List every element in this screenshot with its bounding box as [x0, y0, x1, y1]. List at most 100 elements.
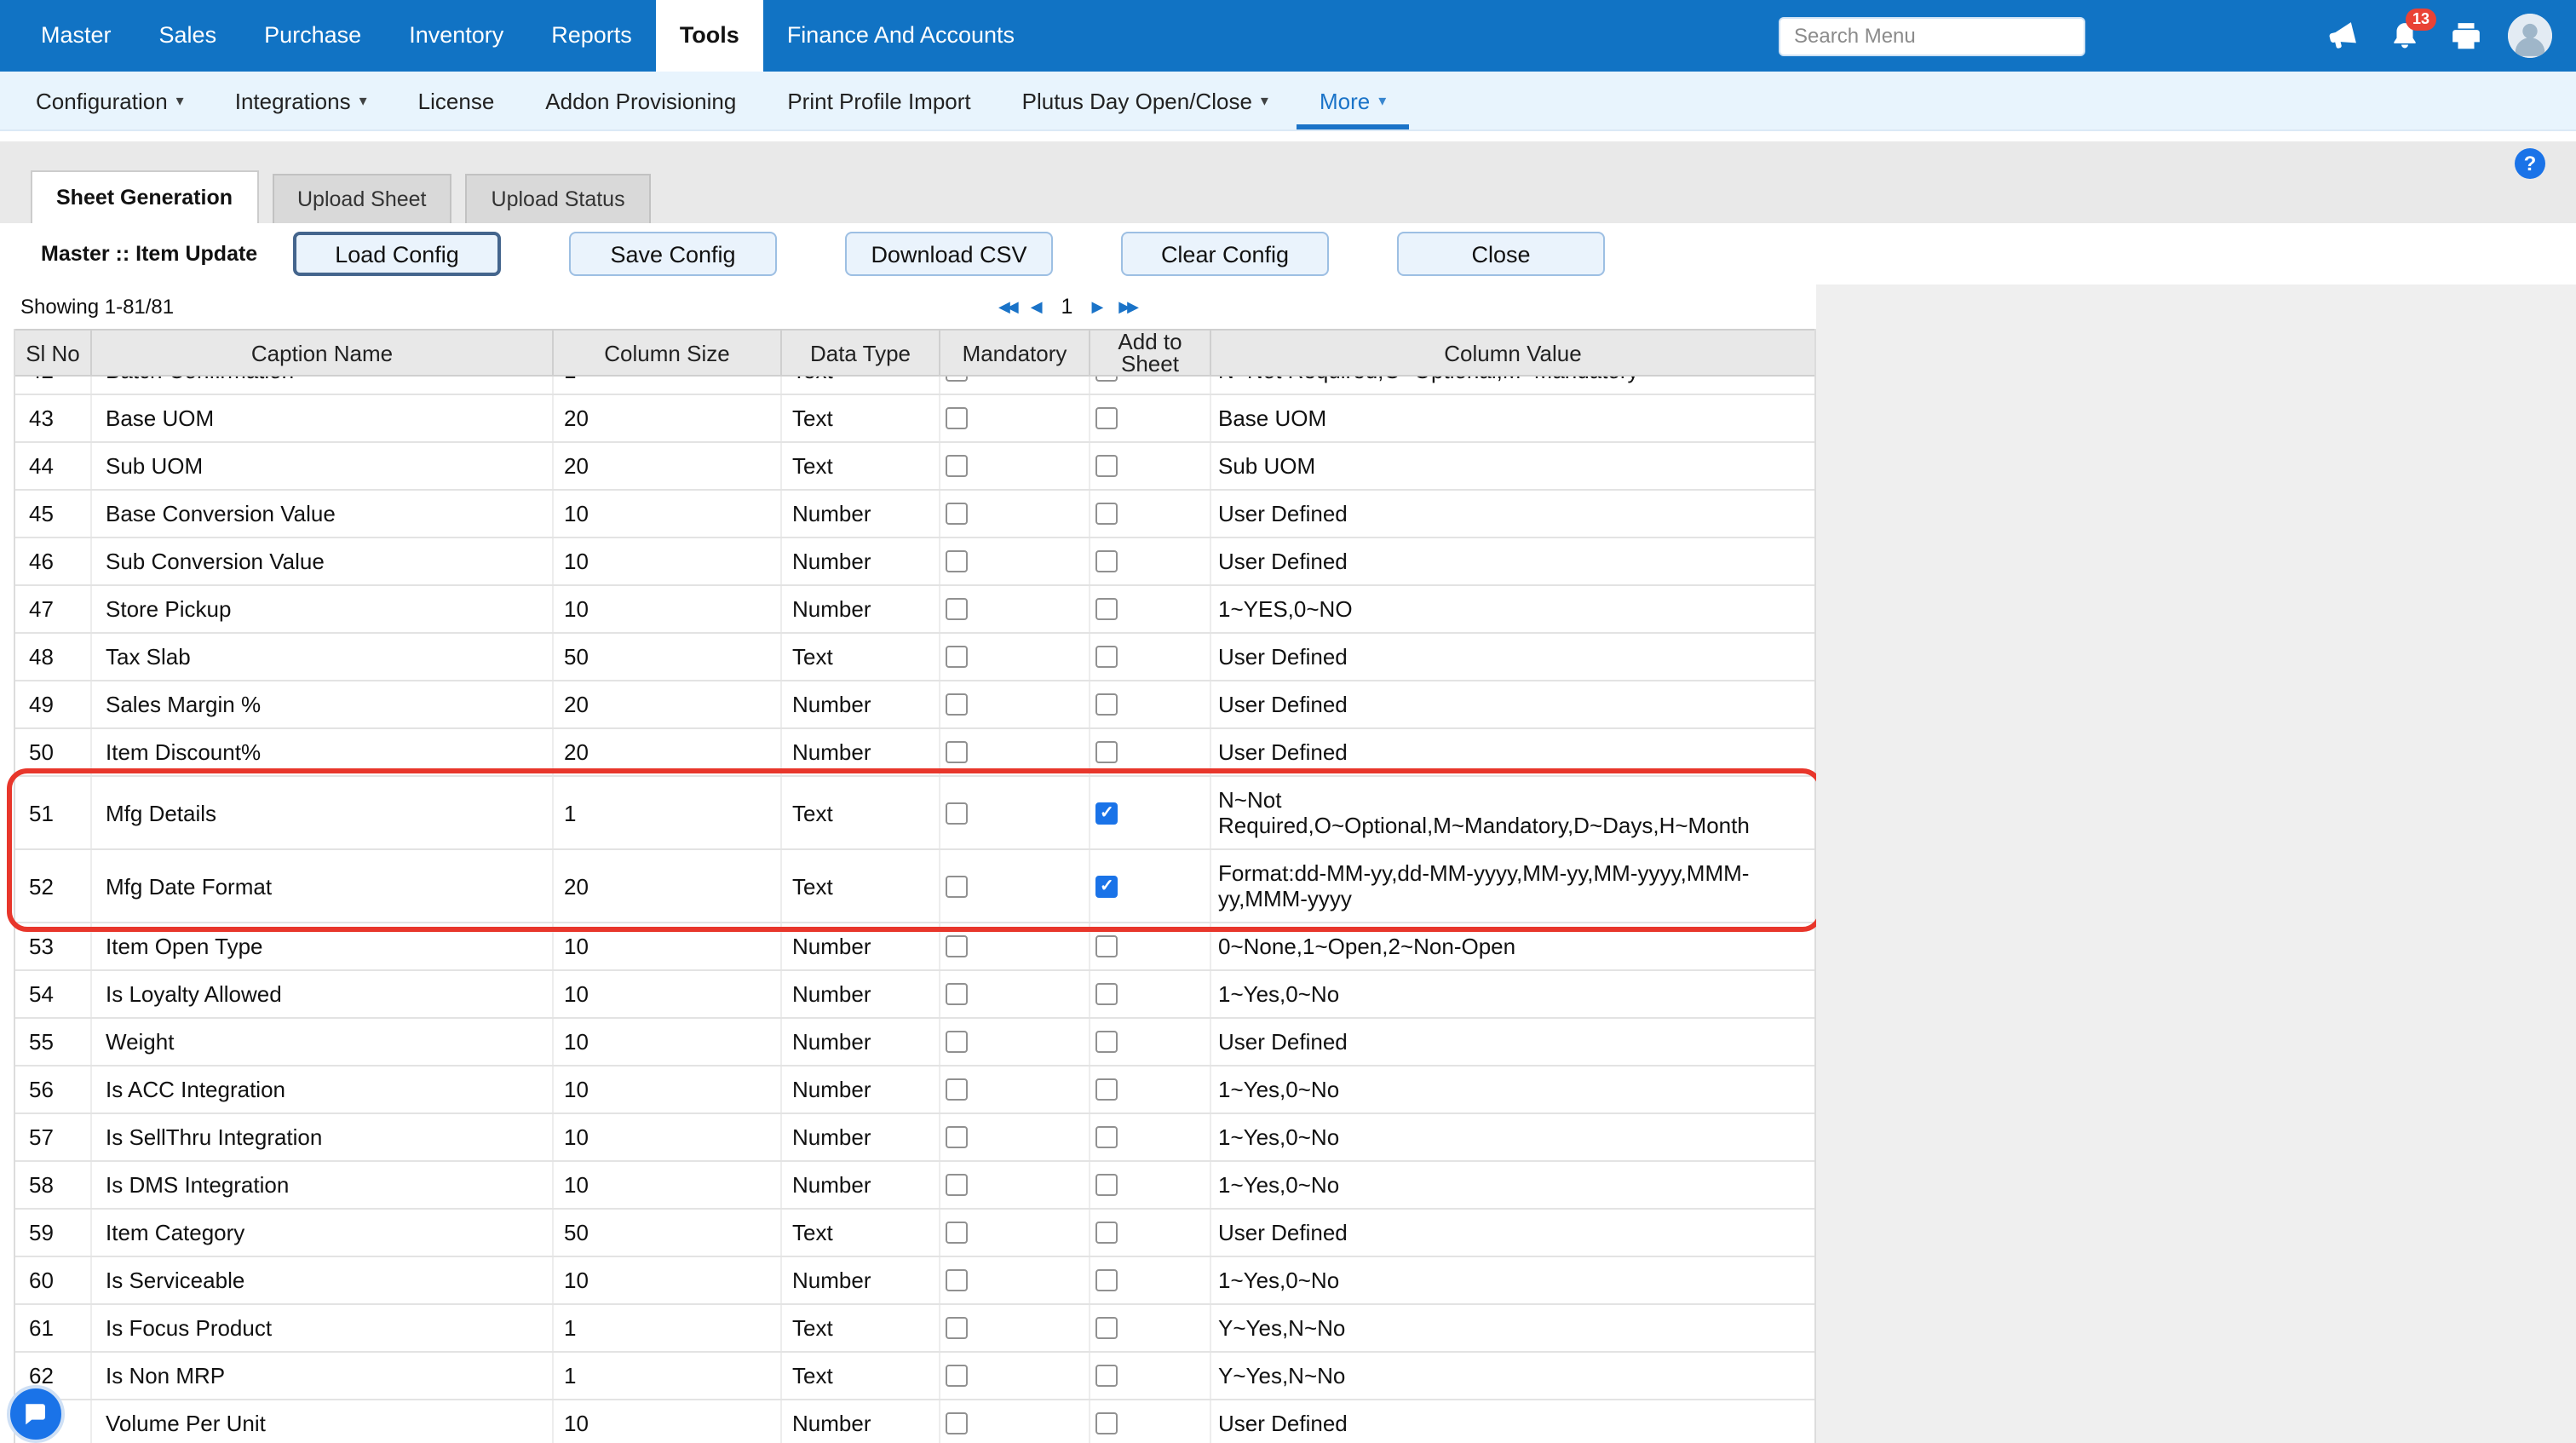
- nav-item-finance-and-accounts[interactable]: Finance And Accounts: [763, 0, 1038, 72]
- cell-column-size: 1: [554, 377, 782, 394]
- cell-caption-name: Item Category: [92, 1210, 554, 1256]
- add-to-sheet-checkbox[interactable]: [1095, 1365, 1118, 1387]
- table-row: 51 Mfg Details 1 Text N~Not Required,O~O…: [15, 777, 1814, 850]
- nav-item-sales[interactable]: Sales: [135, 0, 241, 72]
- mandatory-checkbox[interactable]: [946, 1269, 968, 1291]
- mandatory-checkbox[interactable]: [946, 1031, 968, 1053]
- search-input[interactable]: [1779, 16, 2085, 55]
- nav-item-reports[interactable]: Reports: [527, 0, 656, 72]
- subnav-item-print-profile-import[interactable]: Print Profile Import: [765, 72, 992, 129]
- mandatory-checkbox[interactable]: [946, 503, 968, 525]
- add-to-sheet-checkbox[interactable]: [1095, 693, 1118, 716]
- subnav-label: License: [418, 88, 495, 113]
- add-to-sheet-checkbox[interactable]: [1095, 983, 1118, 1005]
- mandatory-checkbox[interactable]: [946, 1222, 968, 1244]
- mandatory-checkbox[interactable]: [946, 646, 968, 668]
- add-to-sheet-checkbox[interactable]: [1095, 1078, 1118, 1101]
- load-config-button[interactable]: Load Config: [293, 232, 501, 276]
- mandatory-checkbox[interactable]: [946, 983, 968, 1005]
- add-to-sheet-checkbox[interactable]: [1095, 1269, 1118, 1291]
- add-to-sheet-checkbox[interactable]: [1095, 1174, 1118, 1196]
- cell-column-size: 10: [554, 923, 782, 969]
- subnav-item-integrations[interactable]: Integrations: [213, 72, 389, 129]
- chat-icon[interactable]: [7, 1385, 65, 1443]
- tab-sheet-generation[interactable]: Sheet Generation: [31, 170, 258, 223]
- mandatory-checkbox[interactable]: [946, 407, 968, 429]
- subnav-item-addon-provisioning[interactable]: Addon Provisioning: [523, 72, 758, 129]
- chevron-down-icon: [1378, 91, 1386, 110]
- mandatory-checkbox[interactable]: [946, 1317, 968, 1339]
- add-to-sheet-checkbox[interactable]: [1095, 741, 1118, 763]
- save-config-button[interactable]: Save Config: [569, 232, 777, 276]
- add-to-sheet-checkbox[interactable]: [1095, 802, 1118, 824]
- announcement-icon[interactable]: [2324, 17, 2361, 55]
- cell-mandatory: [940, 777, 1090, 848]
- user-avatar[interactable]: [2508, 14, 2552, 58]
- current-page-number[interactable]: 1: [1058, 285, 1077, 329]
- cell-add-to-sheet: [1090, 1066, 1211, 1112]
- mandatory-checkbox[interactable]: [946, 741, 968, 763]
- chevron-down-icon: [176, 91, 184, 110]
- cell-add-to-sheet: [1090, 586, 1211, 632]
- nav-item-purchase[interactable]: Purchase: [240, 0, 385, 72]
- cell-sl-no: 50: [15, 729, 92, 775]
- prev-page-icon[interactable]: [1031, 285, 1043, 329]
- add-to-sheet-checkbox[interactable]: [1095, 1317, 1118, 1339]
- cell-data-type: Text: [782, 777, 940, 848]
- print-icon[interactable]: [2447, 17, 2484, 55]
- add-to-sheet-checkbox[interactable]: [1095, 1126, 1118, 1148]
- add-to-sheet-checkbox[interactable]: [1095, 646, 1118, 668]
- notifications-icon[interactable]: 13: [2385, 17, 2423, 55]
- close-button[interactable]: Close: [1397, 232, 1605, 276]
- mandatory-checkbox[interactable]: [946, 455, 968, 477]
- last-page-icon[interactable]: [1118, 285, 1136, 329]
- first-page-icon[interactable]: [998, 285, 1015, 329]
- cell-add-to-sheet: [1090, 443, 1211, 489]
- add-to-sheet-checkbox[interactable]: [1095, 875, 1118, 897]
- cell-data-type: Number: [782, 491, 940, 537]
- mandatory-checkbox[interactable]: [946, 1126, 968, 1148]
- mandatory-checkbox[interactable]: [946, 598, 968, 620]
- add-to-sheet-checkbox[interactable]: [1095, 935, 1118, 957]
- add-to-sheet-checkbox[interactable]: [1095, 550, 1118, 572]
- add-to-sheet-checkbox[interactable]: [1095, 407, 1118, 429]
- mandatory-checkbox[interactable]: [946, 935, 968, 957]
- cell-mandatory: [940, 681, 1090, 727]
- mandatory-checkbox[interactable]: [946, 1365, 968, 1387]
- add-to-sheet-checkbox[interactable]: [1095, 503, 1118, 525]
- mandatory-checkbox[interactable]: [946, 1078, 968, 1101]
- nav-item-inventory[interactable]: Inventory: [385, 0, 527, 72]
- add-to-sheet-checkbox[interactable]: [1095, 377, 1118, 382]
- add-to-sheet-checkbox[interactable]: [1095, 1031, 1118, 1053]
- cell-data-type: Number: [782, 729, 940, 775]
- download-csv-button[interactable]: Download CSV: [845, 232, 1053, 276]
- cell-data-type: Number: [782, 538, 940, 584]
- clear-config-button[interactable]: Clear Config: [1121, 232, 1329, 276]
- add-to-sheet-checkbox[interactable]: [1095, 1222, 1118, 1244]
- nav-item-tools[interactable]: Tools: [656, 0, 763, 72]
- mandatory-checkbox[interactable]: [946, 802, 968, 824]
- subnav-item-plutus-day-open-close[interactable]: Plutus Day Open/Close: [1000, 72, 1291, 129]
- subnav-label: Configuration: [36, 88, 168, 113]
- cell-column-value: User Defined: [1211, 1400, 1814, 1443]
- add-to-sheet-checkbox[interactable]: [1095, 1412, 1118, 1434]
- header-add-to-sheet: Add to Sheet: [1090, 331, 1211, 375]
- mandatory-checkbox[interactable]: [946, 875, 968, 897]
- next-page-icon[interactable]: [1091, 285, 1103, 329]
- help-icon[interactable]: [2515, 148, 2545, 179]
- nav-item-master[interactable]: Master: [17, 0, 135, 72]
- add-to-sheet-checkbox[interactable]: [1095, 455, 1118, 477]
- subnav-item-configuration[interactable]: Configuration: [14, 72, 206, 129]
- subnav-item-license[interactable]: License: [396, 72, 517, 129]
- add-to-sheet-checkbox[interactable]: [1095, 598, 1118, 620]
- mandatory-checkbox[interactable]: [946, 693, 968, 716]
- mandatory-checkbox[interactable]: [946, 550, 968, 572]
- cell-data-type: Number: [782, 586, 940, 632]
- tab-upload-status[interactable]: Upload Status: [466, 174, 651, 223]
- mandatory-checkbox[interactable]: [946, 1412, 968, 1434]
- mandatory-checkbox[interactable]: [946, 1174, 968, 1196]
- tab-upload-sheet[interactable]: Upload Sheet: [272, 174, 452, 223]
- mandatory-checkbox[interactable]: [946, 377, 968, 382]
- subnav-item-more[interactable]: More: [1297, 72, 1408, 129]
- table-row: 63 Volume Per Unit 10 Number User Define…: [15, 1400, 1814, 1443]
